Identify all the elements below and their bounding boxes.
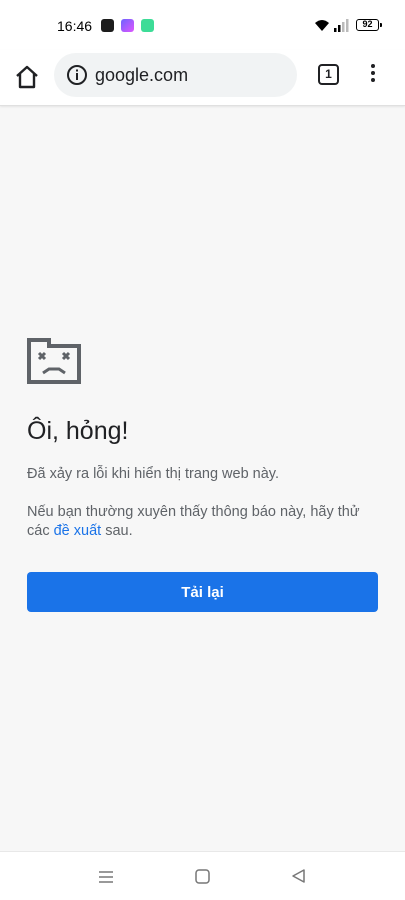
sad-tab-icon: [27, 338, 81, 384]
nav-home-icon[interactable]: [195, 869, 210, 884]
error-hint: Nếu bạn thường xuyên thấy thông báo này,…: [27, 503, 382, 541]
info-icon[interactable]: [66, 64, 88, 86]
error-hint-suffix: sau.: [101, 523, 133, 539]
error-title: Ôi, hỏng!: [27, 417, 129, 445]
recent-apps-icon[interactable]: [98, 869, 114, 885]
app-icon-purple: [121, 19, 134, 32]
address-bar[interactable]: google.com: [54, 53, 297, 97]
more-menu-icon[interactable]: [364, 64, 382, 86]
status-time: 16:46: [57, 18, 93, 34]
browser-toolbar: google.com 1: [0, 50, 405, 106]
signal-icon: [334, 19, 349, 32]
suggestions-link[interactable]: đề xuất: [54, 523, 102, 539]
app-icon-green: [141, 19, 154, 32]
reload-button[interactable]: Tải lại: [27, 572, 378, 612]
url-text[interactable]: google.com: [95, 65, 188, 86]
system-nav-bar: [0, 851, 405, 900]
battery-icon: 92: [356, 19, 382, 31]
tab-switcher-button[interactable]: 1: [318, 64, 339, 85]
wifi-icon: [315, 20, 329, 31]
shopping-bag-icon: [101, 19, 114, 32]
error-message: Đã xảy ra lỗi khi hiển thị trang web này…: [27, 466, 280, 482]
nav-back-icon[interactable]: [291, 868, 306, 884]
home-icon[interactable]: [14, 64, 40, 90]
status-bar: 16:46 92: [0, 0, 405, 50]
